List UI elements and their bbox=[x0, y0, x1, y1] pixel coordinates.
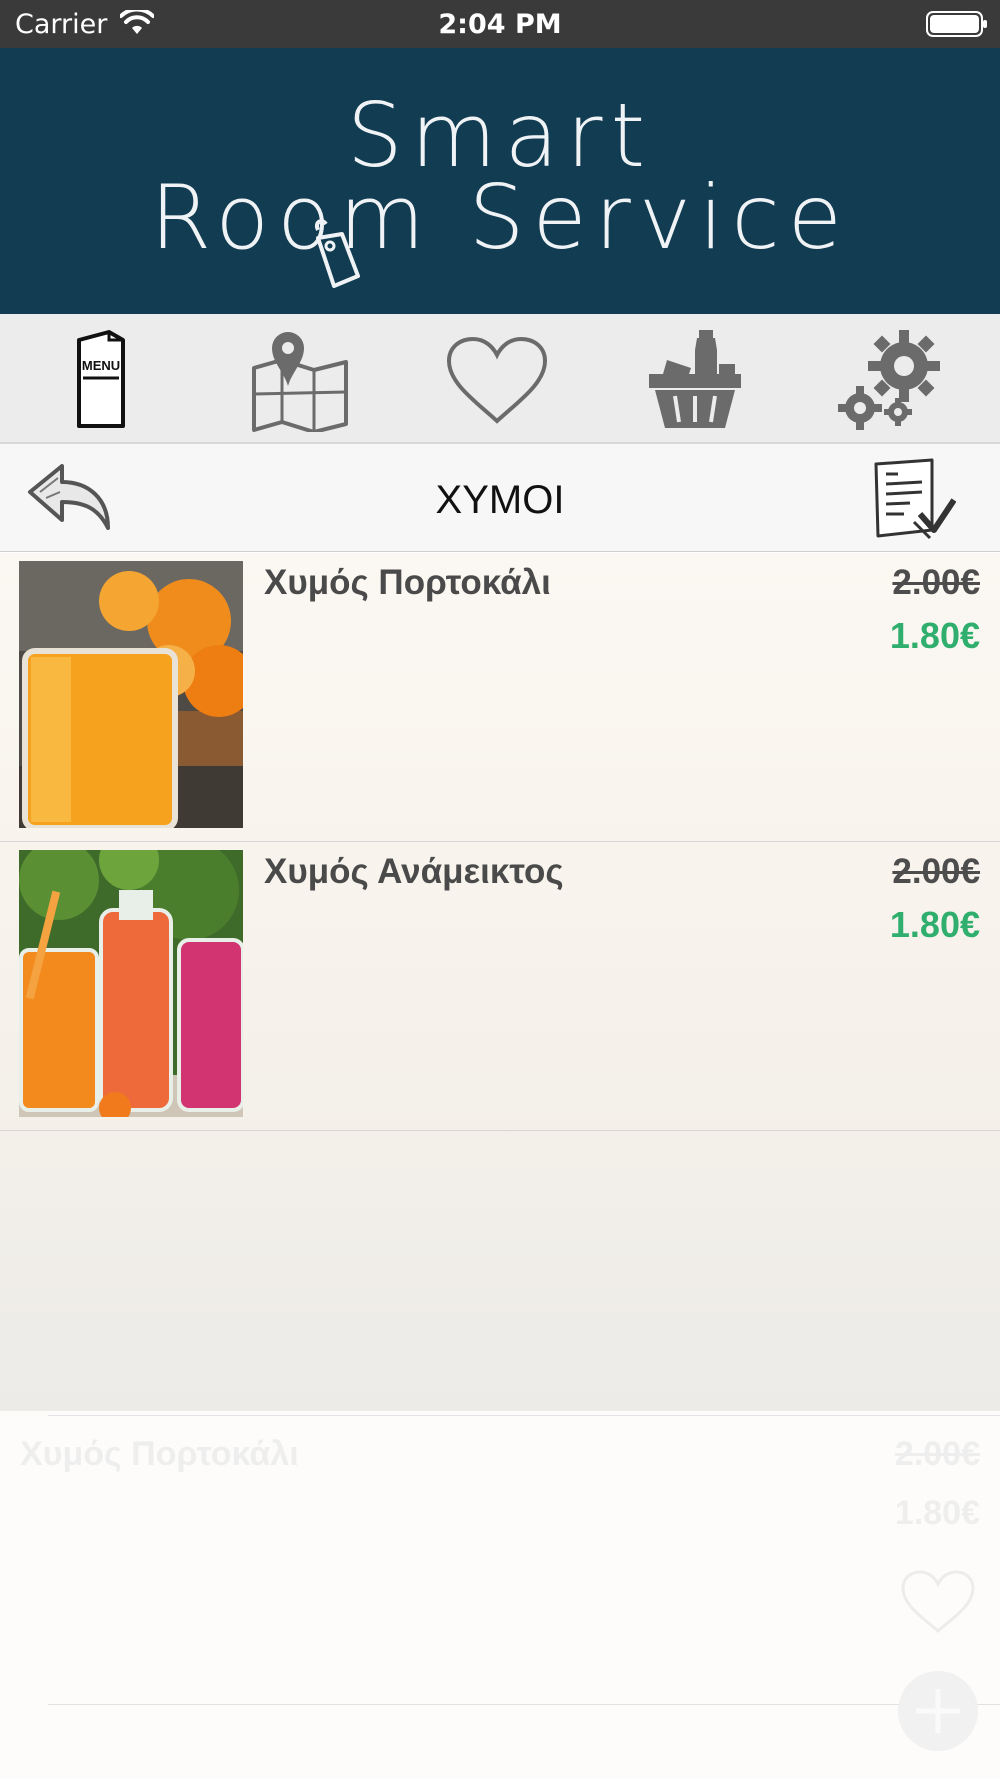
ghost-list-item: Χυμός Πορτοκάλι 2.00€ 1.80€ bbox=[0, 1411, 1000, 1778]
category-bar: ΧΥΜΟΙ bbox=[0, 444, 1000, 552]
nav-menu[interactable]: MENU bbox=[46, 328, 156, 432]
map-icon bbox=[252, 332, 348, 432]
nav-map[interactable] bbox=[245, 328, 355, 432]
order-list-button[interactable] bbox=[870, 458, 957, 540]
main-nav: MENU bbox=[0, 314, 1000, 444]
old-price: 2.00€ bbox=[892, 852, 980, 891]
product-name: Χυμός Πορτοκάλι bbox=[264, 563, 551, 602]
plus-icon bbox=[916, 1689, 960, 1733]
app-header: Smart Room Service bbox=[0, 48, 1000, 314]
add-button[interactable] bbox=[898, 1671, 978, 1751]
battery-icon bbox=[926, 11, 987, 37]
list-divider bbox=[48, 1415, 1000, 1416]
old-price: 2.00€ bbox=[892, 563, 980, 602]
logo-text-room-service: Room Service bbox=[150, 166, 850, 269]
status-bar: Carrier 2:04 PM bbox=[0, 0, 1000, 48]
product-row[interactable]: Χυμός Πορτοκάλι 2.00€ 1.80€ bbox=[0, 553, 1000, 842]
sale-price: 1.80€ bbox=[889, 904, 980, 945]
basket-icon bbox=[649, 330, 741, 428]
menu-card-label: MENU bbox=[82, 358, 120, 373]
settings-gears-icon bbox=[838, 330, 940, 430]
nav-basket[interactable] bbox=[640, 328, 750, 432]
menu-card-icon: MENU bbox=[77, 330, 125, 428]
ghost-product-name: Χυμός Πορτοκάλι bbox=[20, 1435, 299, 1473]
nav-favorites[interactable] bbox=[442, 328, 552, 432]
logo-tag-icon bbox=[315, 219, 360, 288]
product-name: Χυμός Ανάμεικτος bbox=[264, 852, 564, 891]
product-row[interactable]: Χυμός Ανάμεικτος 2.00€ 1.80€ bbox=[0, 842, 1000, 1131]
nav-settings[interactable] bbox=[837, 328, 947, 432]
orange-juice-image bbox=[19, 561, 243, 828]
ghost-sale-price: 1.80€ bbox=[894, 1494, 980, 1532]
list-divider bbox=[48, 1704, 1000, 1705]
mixed-juice-image bbox=[19, 850, 243, 1117]
heart-icon bbox=[446, 336, 548, 424]
status-time: 2:04 PM bbox=[438, 9, 562, 40]
category-title: ΧΥΜΟΙ bbox=[435, 478, 565, 522]
ghost-old-price: 2.00€ bbox=[894, 1435, 980, 1473]
sale-price: 1.80€ bbox=[889, 615, 980, 656]
favorite-heart-icon bbox=[901, 1570, 975, 1633]
checklist-icon bbox=[874, 458, 957, 540]
product-list: Χυμός Πορτοκάλι 2.00€ 1.80€ Χυμός Ανάμει… bbox=[0, 553, 1000, 1419]
